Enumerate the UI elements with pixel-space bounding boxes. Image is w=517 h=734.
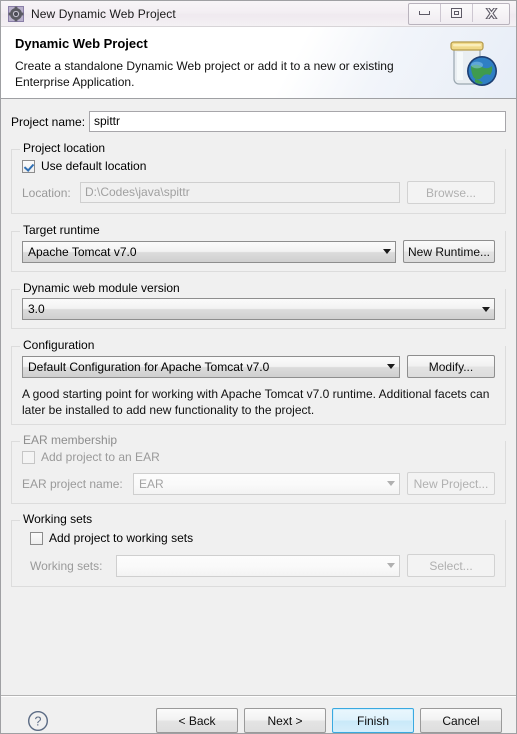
add-project-to-ear-checkbox[interactable] — [22, 450, 35, 464]
configuration-value: Default Configuration for Apache Tomcat … — [28, 359, 270, 374]
working-sets-legend: Working sets — [20, 512, 96, 526]
modify-button[interactable]: Modify... — [407, 355, 495, 378]
use-default-location-row[interactable]: Use default location — [22, 159, 495, 173]
page-description: Create a standalone Dynamic Web project … — [15, 59, 394, 89]
footer-button-group: < Back Next > Finish Cancel — [156, 708, 502, 733]
module-version-group: Dynamic web module version 3.0 — [11, 281, 506, 329]
dialog-footer: ? < Back Next > Finish Cancel — [1, 696, 516, 733]
working-sets-combo[interactable] — [116, 554, 400, 577]
gear-icon — [8, 5, 24, 22]
target-runtime-value: Apache Tomcat v7.0 — [28, 244, 137, 259]
new-dynamic-web-project-dialog: New Dynamic Web Project Dynamic Web Proj… — [0, 0, 517, 734]
add-project-to-working-sets-checkbox[interactable] — [30, 531, 43, 545]
working-sets-row: Working sets: Select... — [30, 554, 495, 577]
chevron-down-icon — [387, 563, 395, 568]
target-runtime-group: Target runtime Apache Tomcat v7.0 New Ru… — [11, 223, 506, 272]
project-name-row: Project name: spittr — [11, 111, 506, 132]
project-name-label: Project name: — [11, 114, 86, 129]
minimize-icon — [419, 11, 430, 15]
close-icon — [484, 7, 498, 19]
working-sets-label: Working sets: — [30, 558, 103, 573]
location-label: Location: — [22, 185, 71, 200]
window-title: New Dynamic Web Project — [31, 6, 176, 21]
configuration-combo[interactable]: Default Configuration for Apache Tomcat … — [22, 355, 400, 378]
new-runtime-button[interactable]: New Runtime... — [403, 240, 495, 263]
use-default-location-checkbox[interactable] — [22, 159, 35, 173]
use-default-location-label: Use default location — [41, 159, 147, 173]
working-sets-group: Working sets Add project to working sets… — [11, 512, 506, 587]
browse-button[interactable]: Browse... — [407, 181, 495, 204]
wizard-header: Dynamic Web Project Create a standalone … — [1, 27, 516, 99]
close-button[interactable] — [473, 4, 509, 22]
add-project-to-working-sets-label: Add project to working sets — [49, 531, 194, 545]
configuration-group: Configuration Default Configuration for … — [11, 338, 506, 425]
new-project-button[interactable]: New Project... — [407, 472, 495, 495]
project-location-legend: Project location — [20, 141, 109, 155]
chevron-down-icon — [387, 364, 395, 369]
ear-project-name-value: EAR — [139, 476, 164, 491]
location-input[interactable]: D:\Codes\java\spittr — [80, 182, 400, 203]
module-version-value: 3.0 — [28, 302, 45, 316]
svg-text:?: ? — [35, 715, 42, 729]
cancel-button[interactable]: Cancel — [420, 708, 502, 733]
module-version-combo[interactable]: 3.0 — [22, 298, 495, 320]
configuration-row: Default Configuration for Apache Tomcat … — [22, 355, 495, 378]
ear-membership-group: EAR membership Add project to an EAR EAR… — [11, 433, 506, 504]
restore-icon — [451, 8, 462, 18]
minimize-button[interactable] — [409, 4, 441, 22]
project-name-input[interactable]: spittr — [89, 111, 506, 132]
next-button[interactable]: Next > — [244, 708, 326, 733]
restore-button[interactable] — [441, 4, 473, 22]
back-button[interactable]: < Back — [156, 708, 238, 733]
page-title: Dynamic Web Project — [15, 36, 148, 51]
chevron-down-icon — [383, 249, 391, 254]
module-version-legend: Dynamic web module version — [20, 281, 183, 295]
target-runtime-combo[interactable]: Apache Tomcat v7.0 — [22, 240, 396, 263]
configuration-legend: Configuration — [20, 338, 98, 352]
wizard-content: Project name: spittr Project location Us… — [1, 111, 516, 696]
chevron-down-icon — [387, 481, 395, 486]
target-runtime-row: Apache Tomcat v7.0 New Runtime... — [22, 240, 495, 263]
add-to-ear-row[interactable]: Add project to an EAR — [22, 450, 495, 464]
finish-button[interactable]: Finish — [332, 708, 414, 733]
ear-membership-legend: EAR membership — [20, 433, 121, 447]
location-row: Location: D:\Codes\java\spittr Browse... — [22, 181, 495, 204]
target-runtime-legend: Target runtime — [20, 223, 103, 237]
ear-project-name-combo[interactable]: EAR — [133, 472, 400, 495]
add-project-to-ear-label: Add project to an EAR — [41, 450, 160, 464]
select-button[interactable]: Select... — [407, 554, 495, 577]
add-to-working-sets-row[interactable]: Add project to working sets — [30, 531, 495, 545]
ear-project-name-row: EAR project name: EAR New Project... — [22, 472, 495, 495]
help-icon[interactable]: ? — [27, 710, 49, 732]
window-controls — [408, 3, 510, 25]
title-bar: New Dynamic Web Project — [1, 1, 516, 27]
chevron-down-icon — [482, 306, 490, 312]
web-project-jar-globe-icon — [450, 41, 497, 86]
configuration-description: A good starting point for working with A… — [22, 387, 490, 417]
ear-project-name-label: EAR project name: — [22, 476, 123, 491]
project-location-group: Project location Use default location Lo… — [11, 141, 506, 214]
